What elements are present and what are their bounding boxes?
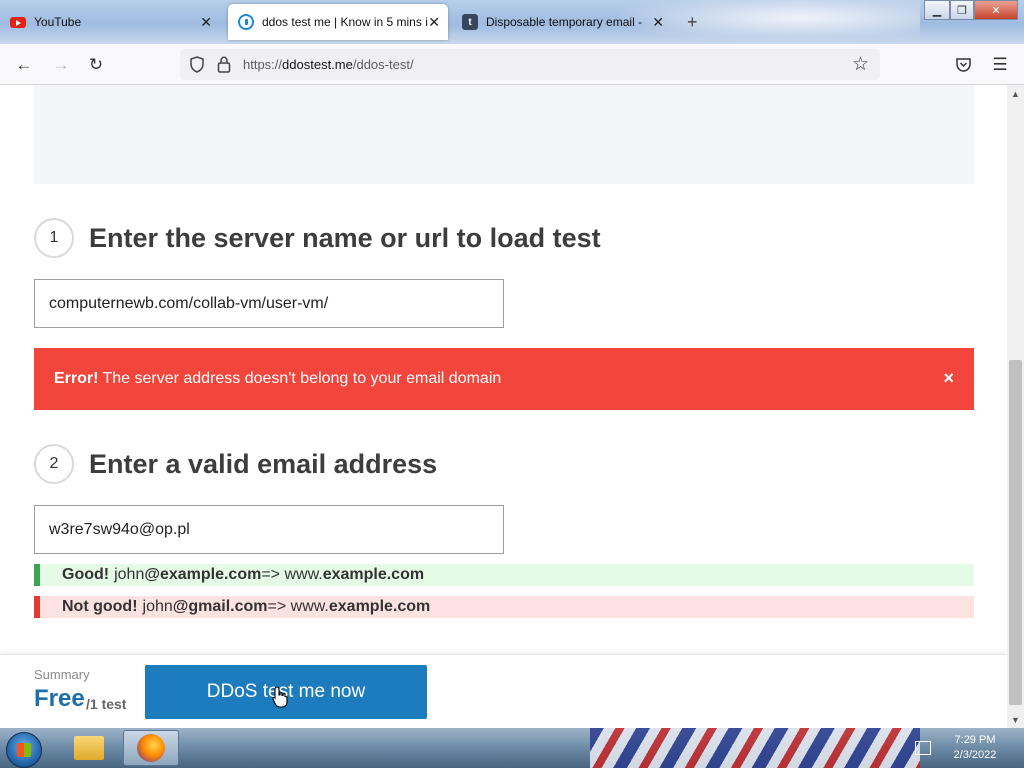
desktop-wallpaper	[590, 728, 920, 768]
page-content: 1 Enter the server name or url to load t…	[0, 85, 1007, 728]
close-tab-icon[interactable]: ✕	[200, 14, 212, 31]
menu-hamburger-icon[interactable]: ☰	[989, 54, 1011, 76]
bad-label: Not good!	[62, 598, 138, 615]
close-tab-icon[interactable]: ✕	[428, 14, 440, 31]
good-user: john	[114, 566, 145, 583]
tracking-shield-icon[interactable]	[189, 56, 205, 73]
step-2-heading: 2 Enter a valid email address	[34, 444, 437, 484]
summary-footer: Summary Free /1 test DDoS test me now	[0, 654, 1007, 728]
scroll-up-icon[interactable]: ▲	[1007, 85, 1024, 102]
folder-icon	[74, 736, 104, 760]
summary-unit: /1 test	[86, 696, 127, 712]
error-label: Error!	[54, 370, 99, 387]
bad-site: example.com	[328, 598, 431, 615]
taskbar-firefox[interactable]	[123, 730, 179, 766]
tab-label: Disposable temporary email -	[486, 15, 643, 29]
step-title: Enter a valid email address	[89, 448, 438, 479]
ddostest-icon	[238, 14, 254, 30]
step-title: Enter the server name or url to load tes…	[89, 222, 601, 253]
forward-arrow-icon[interactable]: →	[50, 54, 72, 76]
good-site: example.com	[322, 566, 425, 583]
url-text[interactable]: https://ddostest.me/ddos-test/	[243, 57, 414, 72]
error-alert: Error! The server address doesn't belong…	[34, 348, 974, 410]
bad-domain: @gmail.com	[172, 598, 268, 615]
step-number: 1	[34, 218, 74, 258]
pocket-icon[interactable]	[955, 56, 972, 73]
tab-strip: YouTube ✕ ddos test me | Know in 5 mins …	[0, 0, 1024, 44]
close-window-button[interactable]: ✕	[974, 0, 1018, 20]
taskbar-explorer[interactable]	[61, 730, 117, 766]
url-host: ddostest.me	[282, 57, 353, 72]
clock-time: 7:29 PM	[954, 734, 996, 746]
tumblr-t-icon: t	[462, 14, 478, 30]
network-icon[interactable]	[915, 741, 931, 755]
bookmark-star-icon[interactable]: ☆	[852, 53, 869, 76]
step-number: 2	[34, 444, 74, 484]
summary-price: Free	[34, 685, 85, 712]
start-button[interactable]	[6, 732, 42, 768]
email-input[interactable]: w3re7sw94o@op.pl	[34, 505, 504, 554]
taskbar-clock[interactable]: 7:29 PM 2/3/2022	[940, 733, 1010, 763]
bad-example-hint: Not good! john @gmail.com => www. example.c…	[34, 596, 974, 618]
youtube-icon	[10, 16, 26, 28]
reload-icon[interactable]: ↻	[85, 54, 107, 76]
tab-ddostest[interactable]: ddos test me | Know in 5 mins i ✕	[228, 4, 448, 40]
bad-user: john	[142, 598, 173, 615]
step-1-heading: 1 Enter the server name or url to load t…	[34, 218, 601, 258]
tab-disposable-email[interactable]: t Disposable temporary email - ✕	[452, 4, 672, 40]
new-tab-icon[interactable]: +	[687, 12, 698, 33]
error-message: The server address doesn't belong to you…	[102, 370, 502, 387]
server-url-input[interactable]: computernewb.com/collab-vm/user-vm/	[34, 279, 504, 328]
minimize-button[interactable]: ▁	[924, 0, 950, 20]
tab-youtube[interactable]: YouTube ✕	[0, 4, 220, 40]
url-bar[interactable]: https://ddostest.me/ddos-test/ ☆	[180, 49, 880, 80]
navigation-bar: ← → ↻ https://ddostest.me/ddos-test/ ☆ ☰	[0, 44, 1024, 85]
good-domain: @example.com	[144, 566, 262, 583]
firefox-icon	[137, 734, 165, 762]
good-arrow: => www.	[261, 566, 323, 583]
lock-icon[interactable]	[217, 56, 231, 73]
scroll-thumb[interactable]	[1009, 360, 1022, 705]
close-tab-icon[interactable]: ✕	[652, 14, 664, 31]
tab-label: YouTube	[34, 15, 82, 29]
back-arrow-icon[interactable]: ←	[13, 54, 35, 76]
clock-date: 2/3/2022	[953, 749, 997, 761]
summary-label: Summary	[34, 667, 90, 682]
hand-cursor-icon	[272, 686, 288, 708]
vertical-scrollbar[interactable]: ▲ ▼	[1007, 85, 1024, 728]
bad-arrow: => www.	[267, 598, 329, 615]
top-panel	[34, 85, 974, 184]
url-path: /ddos-test/	[352, 57, 414, 72]
scroll-down-icon[interactable]: ▼	[1007, 711, 1024, 728]
dismiss-alert-icon[interactable]: ×	[943, 368, 954, 389]
good-label: Good!	[62, 566, 110, 583]
tab-label: ddos test me | Know in 5 mins i	[262, 15, 428, 29]
url-scheme: https://	[243, 57, 283, 72]
good-example-hint: Good! john @example.com => www. example.com	[34, 564, 974, 586]
maximize-button[interactable]: ❐	[950, 0, 974, 20]
